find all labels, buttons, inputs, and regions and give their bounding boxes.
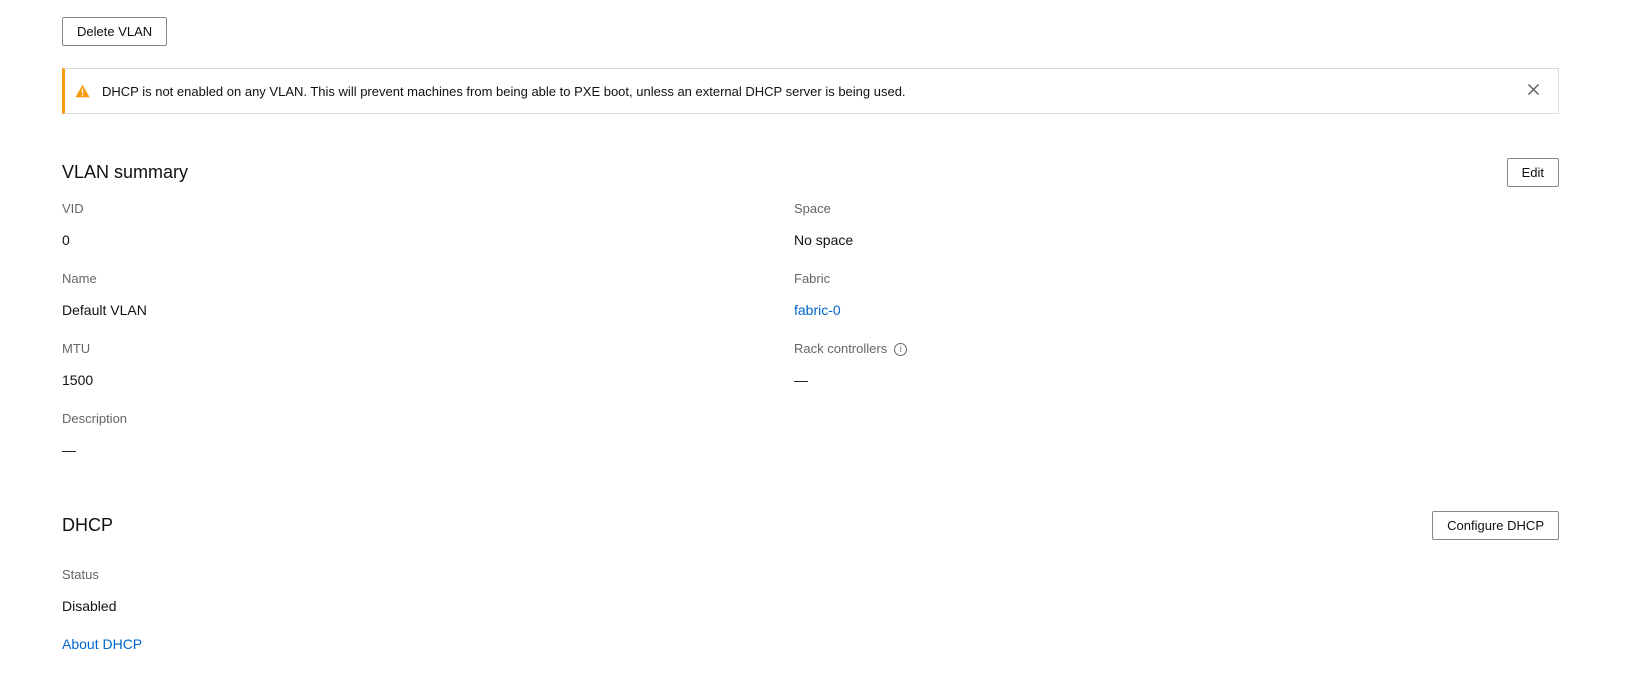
alert-close-button[interactable] (1523, 79, 1544, 103)
field-fabric: Fabric fabric-0 (794, 271, 1559, 319)
field-value: Default VLAN (62, 302, 794, 319)
warning-icon (75, 84, 90, 98)
field-label: Rack controllers i (794, 341, 1559, 357)
field-label: Description (62, 411, 794, 427)
edit-button[interactable]: Edit (1507, 158, 1559, 187)
field-label: Fabric (794, 271, 1559, 287)
dhcp-title: DHCP (62, 515, 113, 536)
vlan-details-page: Delete VLAN DHCP is not enabled on any V… (0, 0, 1629, 652)
about-dhcp-wrap: About DHCP (62, 636, 1559, 652)
field-value: fabric-0 (794, 302, 1559, 319)
field-vid: VID 0 (62, 201, 794, 249)
field-value: — (62, 442, 794, 459)
field-label: Space (794, 201, 1559, 217)
field-value: Disabled (62, 598, 1559, 615)
field-label: Status (62, 567, 1559, 583)
field-space: Space No space (794, 201, 1559, 249)
about-dhcp-link[interactable]: About DHCP (62, 636, 142, 652)
field-label: MTU (62, 341, 794, 357)
vlan-summary-title: VLAN summary (62, 162, 188, 183)
fabric-link[interactable]: fabric-0 (794, 302, 841, 318)
dhcp-header: DHCP Configure DHCP (62, 511, 1559, 540)
field-value: 1500 (62, 372, 794, 389)
configure-dhcp-button[interactable]: Configure DHCP (1432, 511, 1559, 540)
field-description: Description — (62, 411, 794, 459)
vlan-summary-fields: VID 0 Space No space Name Default VLAN F… (62, 201, 1559, 459)
field-rack-controllers: Rack controllers i — (794, 341, 1559, 389)
field-value: No space (794, 232, 1559, 249)
close-icon (1527, 83, 1540, 99)
dhcp-warning-alert: DHCP is not enabled on any VLAN. This wi… (62, 68, 1559, 114)
field-label: Name (62, 271, 794, 287)
field-mtu: MTU 1500 (62, 341, 794, 389)
field-value: — (794, 372, 1559, 389)
vlan-summary-header: VLAN summary Edit (62, 158, 1559, 187)
delete-vlan-button[interactable]: Delete VLAN (62, 17, 167, 46)
field-label: VID (62, 201, 794, 217)
field-label-text: Rack controllers (794, 341, 887, 357)
info-icon[interactable]: i (894, 343, 907, 356)
field-dhcp-status: Status Disabled (62, 567, 1559, 615)
field-name: Name Default VLAN (62, 271, 794, 319)
field-value: 0 (62, 232, 794, 249)
alert-message: DHCP is not enabled on any VLAN. This wi… (102, 84, 906, 99)
